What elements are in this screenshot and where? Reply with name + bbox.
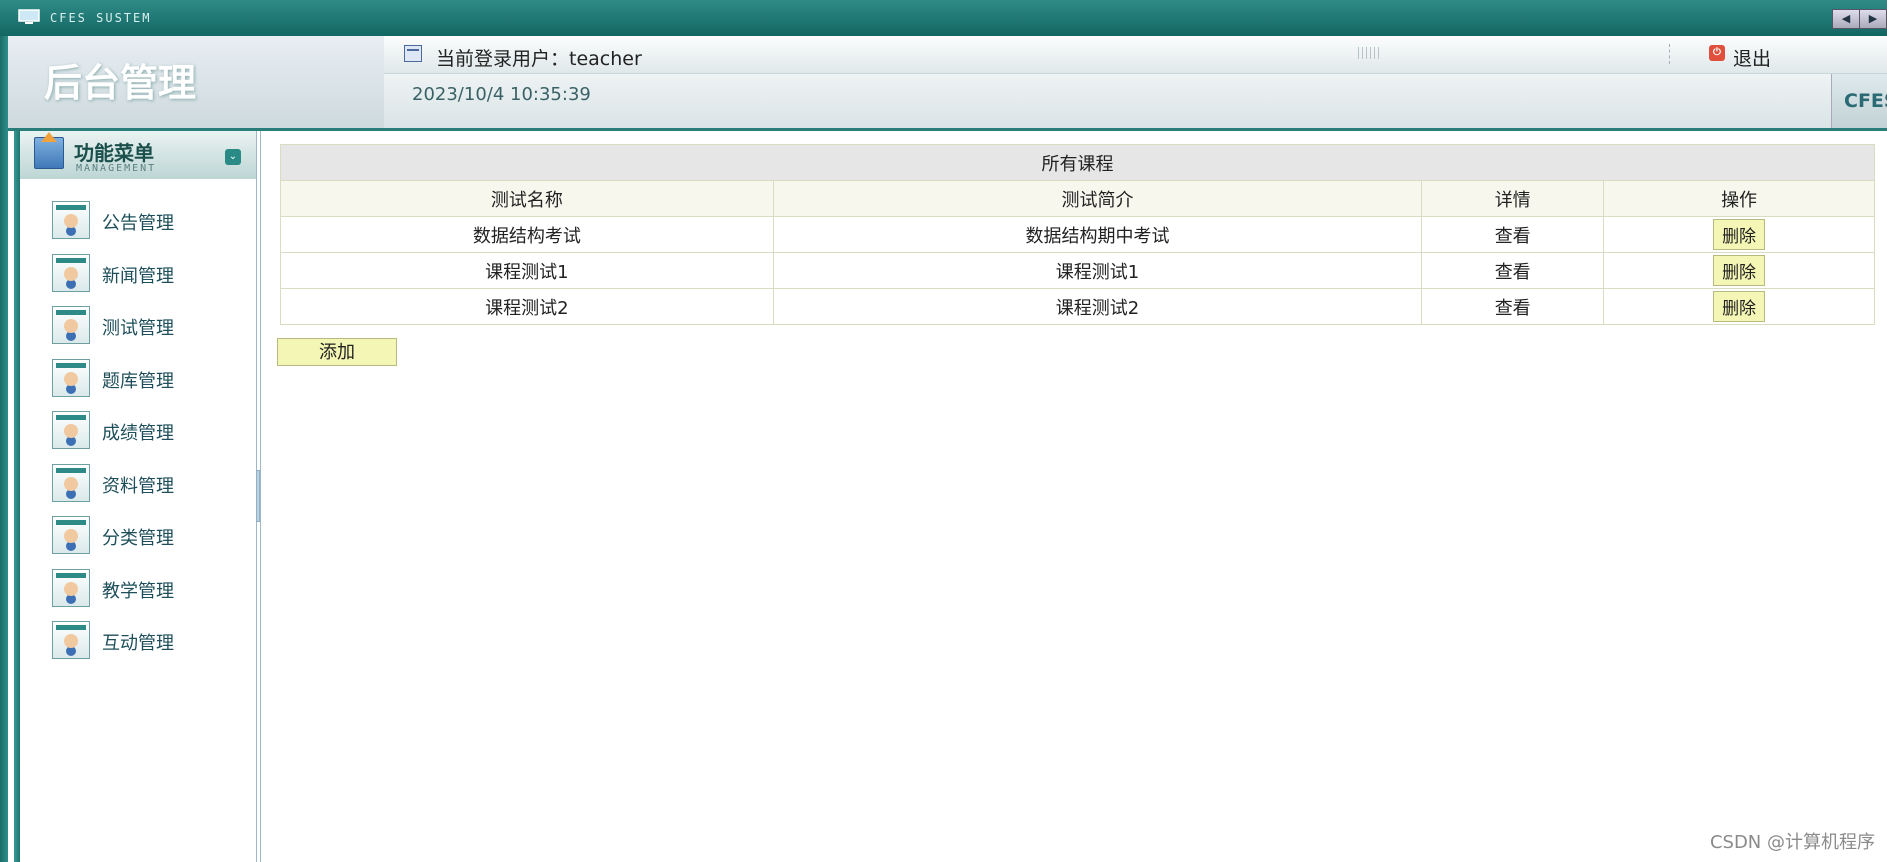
cell-name: 课程测试2	[280, 288, 774, 325]
sidebar-item-question-bank[interactable]: 题库管理	[20, 358, 256, 412]
cell-intro: 课程测试1	[772, 252, 1423, 289]
monitor-icon	[18, 9, 40, 24]
sidebar-item-categories[interactable]: 分类管理	[20, 516, 256, 569]
next-arrow-button[interactable]: ▶	[1859, 9, 1887, 29]
menu-title: 功能菜单	[74, 141, 154, 165]
menu-list: 公告管理 新闻管理 测试管理 题库管理 成绩管理 资料管理 分类管理 教学管理	[20, 201, 256, 674]
prev-arrow-button[interactable]: ◀	[1832, 9, 1860, 29]
cell-intro: 数据结构期中考试	[772, 216, 1423, 253]
sidebar-item-label: 新闻管理	[102, 265, 174, 287]
table-caption: 所有课程	[280, 144, 1875, 181]
cell-intro: 课程测试2	[772, 288, 1423, 325]
delete-button[interactable]: 删除	[1713, 255, 1766, 286]
cell-name: 数据结构考试	[280, 216, 774, 253]
user-card-icon	[52, 516, 90, 554]
system-name: CFES SUSTEM	[50, 11, 152, 25]
power-icon[interactable]: ⏻	[1709, 45, 1725, 61]
user-card-icon	[52, 253, 90, 292]
window-icon	[404, 45, 422, 62]
divider	[1669, 44, 1670, 64]
user-card-icon	[52, 358, 90, 397]
cell-action: 删除	[1603, 288, 1875, 325]
logo-area: 后台管理	[8, 36, 384, 130]
table-header-row: 测试名称 测试简介 详情 操作	[280, 180, 1875, 217]
logout-link[interactable]: 退出	[1733, 44, 1771, 71]
menu-header: 功能菜单 MANAGEMENT ⌄	[20, 131, 256, 179]
delete-button[interactable]: 删除	[1713, 219, 1766, 250]
grip-icon	[1358, 47, 1380, 59]
column-header-action: 操作	[1603, 180, 1875, 217]
cell-action: 删除	[1603, 252, 1875, 289]
current-datetime: 2023/10/4 10:35:39	[412, 84, 591, 105]
sidebar-item-label: 题库管理	[102, 370, 174, 392]
datetime-bar: 2023/10/4 10:35:39	[384, 74, 1887, 130]
user-card-icon	[52, 306, 90, 344]
sidebar-item-label: 教学管理	[102, 580, 174, 602]
user-card-icon	[52, 201, 90, 239]
table-row: 课程测试1 课程测试1 查看 删除	[280, 252, 1875, 289]
course-table: 所有课程 测试名称 测试简介 详情 操作 数据结构考试 数据结构期中考试 查看 …	[280, 144, 1875, 325]
view-link[interactable]: 查看	[1421, 288, 1605, 325]
sidebar-item-news[interactable]: 新闻管理	[20, 253, 256, 307]
sidebar: 功能菜单 MANAGEMENT ⌄ 公告管理 新闻管理 测试管理 题库管理 成绩…	[20, 131, 257, 862]
content-border	[260, 131, 261, 862]
sidebar-item-label: 互动管理	[102, 633, 174, 654]
main-content: 所有课程 测试名称 测试简介 详情 操作 数据结构考试 数据结构期中考试 查看 …	[280, 144, 1875, 325]
cell-name: 课程测试1	[280, 252, 774, 289]
table-caption-row: 所有课程	[280, 144, 1875, 181]
sidebar-item-interaction[interactable]: 互动管理	[20, 621, 256, 674]
header: 后台管理 当前登录用户：teacher ⏻ 退出 2023/10/4 10:35…	[8, 36, 1887, 130]
sidebar-item-teaching[interactable]: 教学管理	[20, 568, 256, 622]
header-divider	[8, 128, 1887, 131]
sidebar-item-tests[interactable]: 测试管理	[20, 306, 256, 359]
brand-title: 后台管理	[44, 61, 197, 105]
sidebar-item-label: 资料管理	[102, 475, 174, 497]
sidebar-item-label: 成绩管理	[102, 423, 174, 444]
watermark: CSDN @计算机程序	[1709, 832, 1875, 853]
window-titlebar: CFES SUSTEM ◀ ▶	[0, 0, 1887, 37]
user-card-icon	[52, 411, 90, 449]
sidebar-item-label: 测试管理	[102, 318, 174, 339]
menu-subtitle: MANAGEMENT	[76, 163, 157, 174]
sidebar-item-announcements[interactable]: 公告管理	[20, 201, 256, 254]
collapse-chevron-icon[interactable]: ⌄	[225, 149, 241, 165]
add-button[interactable]: 添加	[277, 338, 397, 366]
view-link[interactable]: 查看	[1421, 216, 1605, 253]
sidebar-item-materials[interactable]: 资料管理	[20, 463, 256, 517]
user-card-icon	[52, 463, 90, 502]
column-header-intro: 测试简介	[772, 180, 1423, 217]
user-card-icon	[52, 621, 90, 659]
view-link[interactable]: 查看	[1421, 252, 1605, 289]
sidebar-item-grades[interactable]: 成绩管理	[20, 411, 256, 464]
sidebar-item-label: 公告管理	[102, 213, 174, 234]
left-frame-bar	[0, 36, 8, 862]
sidebar-item-label: 分类管理	[102, 528, 174, 549]
cfes-tag: CFES	[1831, 74, 1887, 128]
table-row: 课程测试2 课程测试2 查看 删除	[280, 288, 1875, 325]
column-header-name: 测试名称	[280, 180, 774, 217]
cell-action: 删除	[1603, 216, 1875, 253]
column-header-detail: 详情	[1421, 180, 1605, 217]
user-card-icon	[52, 568, 90, 607]
user-info-bar: 当前登录用户：teacher ⏻ 退出	[384, 36, 1887, 74]
delete-button[interactable]: 删除	[1713, 291, 1766, 322]
upload-icon	[34, 132, 64, 169]
table-row: 数据结构考试 数据结构期中考试 查看 删除	[280, 216, 1875, 253]
current-user-label: 当前登录用户：teacher	[436, 48, 642, 70]
